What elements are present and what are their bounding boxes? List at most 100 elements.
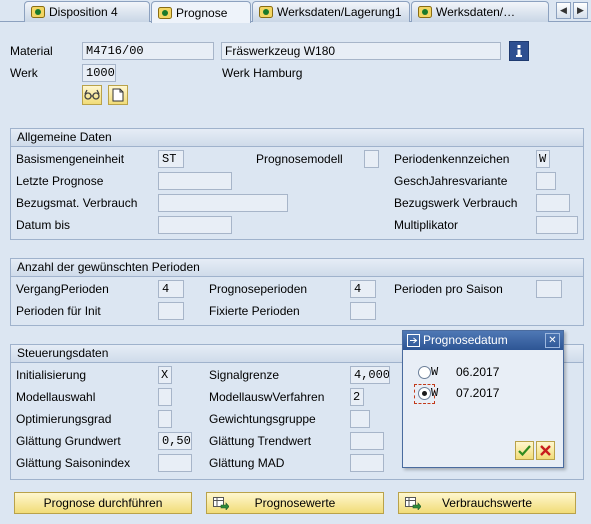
glaettung-trendwert-label: Glättung Trendwert xyxy=(209,434,312,448)
tab-label: Werksdaten/… xyxy=(436,5,516,19)
tab-status-icon xyxy=(31,6,45,18)
signalgrenze-label: Signalgrenze xyxy=(209,368,280,382)
optimierungsgrad-field[interactable] xyxy=(158,410,172,428)
radio-option-2[interactable] xyxy=(418,387,431,400)
material-description-field[interactable]: Fräswerkzeug W180 xyxy=(221,42,501,60)
vergangperioden-label: VergangPerioden xyxy=(16,282,109,296)
group-title: Anzahl der gewünschten Perioden xyxy=(11,259,583,277)
geschjahresvariante-label: GeschJahresvariante xyxy=(394,174,508,188)
werk-description: Werk Hamburg xyxy=(222,66,303,80)
modellauswahl-label: Modellauswahl xyxy=(16,390,96,404)
geschjahresvariante-field[interactable] xyxy=(536,172,556,190)
tab-werksdaten-lagerung1[interactable]: Werksdaten/Lagerung1 xyxy=(252,1,410,22)
tab-label: Prognose xyxy=(176,5,228,20)
bezugswerk-verbrauch-label: Bezugswerk Verbrauch xyxy=(394,196,518,210)
option-code: W xyxy=(431,365,439,379)
letzte-prognose-label: Letzte Prognose xyxy=(16,174,104,188)
glasses-icon xyxy=(84,89,100,100)
fixierte-perioden-field[interactable] xyxy=(350,302,376,320)
tab-prev-button[interactable]: ◀ xyxy=(556,2,571,19)
prognose-durchfuehren-button[interactable]: Prognose durchführen xyxy=(14,492,192,514)
info-button[interactable] xyxy=(509,41,529,61)
datum-bis-field[interactable] xyxy=(158,216,232,234)
werk-label: Werk xyxy=(10,66,38,80)
dialog-titlebar: Prognosedatum ✕ xyxy=(403,331,563,350)
table-arrow-icon xyxy=(405,497,421,510)
tab-bar: Disposition 4 Prognose Werksdaten/Lageru… xyxy=(0,0,591,23)
initialisierung-label: Initialisierung xyxy=(16,368,87,382)
perioden-pro-saison-field[interactable] xyxy=(536,280,562,298)
tab-disposition-4[interactable]: Disposition 4 xyxy=(24,1,150,22)
modellausw-verfahren-field[interactable]: 2 xyxy=(350,388,364,406)
initialisierung-field[interactable]: X xyxy=(158,366,172,384)
letzte-prognose-field[interactable] xyxy=(158,172,232,190)
cancel-x-icon xyxy=(540,445,551,456)
periodenkennzeichen-field[interactable]: W xyxy=(536,150,550,168)
option-date: 06.2017 xyxy=(456,365,500,379)
dialog-close-button[interactable]: ✕ xyxy=(545,333,560,348)
tab-status-icon xyxy=(158,6,172,19)
confirm-button[interactable] xyxy=(515,441,534,460)
info-icon xyxy=(516,45,522,57)
perioden-pro-saison-label: Perioden pro Saison xyxy=(394,282,503,296)
multiplikator-field[interactable] xyxy=(536,216,578,234)
optimierungsgrad-label: Optimierungsgrad xyxy=(16,412,112,426)
werk-field[interactable]: 1000 xyxy=(82,64,116,82)
dialog-title: Prognosedatum xyxy=(423,333,508,347)
bezugswerk-verbrauch-field[interactable] xyxy=(536,194,570,212)
radio-option-1[interactable] xyxy=(418,366,431,379)
datum-bis-label: Datum bis xyxy=(16,218,71,232)
bezugsmat-verbrauch-field[interactable] xyxy=(158,194,288,212)
verbrauchswerte-button[interactable]: Verbrauchswerte xyxy=(398,492,576,514)
modellausw-verfahren-label: ModellauswVerfahren xyxy=(209,390,325,404)
tab-next-button[interactable]: ▶ xyxy=(573,2,588,19)
vergangperioden-field[interactable]: 4 xyxy=(158,280,184,298)
periodenkennzeichen-label: Periodenkennzeichen xyxy=(394,152,510,166)
glaettung-mad-field[interactable] xyxy=(350,454,384,472)
table-arrow-icon xyxy=(213,497,229,510)
prognosemodell-field[interactable] xyxy=(364,150,379,168)
checkmark-icon xyxy=(518,445,531,456)
perioden-fuer-init-field[interactable] xyxy=(158,302,184,320)
glaettung-saisonindex-label: Glättung Saisonindex xyxy=(16,456,131,470)
chevron-left-icon: ◀ xyxy=(560,5,567,15)
material-label: Material xyxy=(10,44,53,58)
glaettung-grundwert-label: Glättung Grundwert xyxy=(16,434,121,448)
gewichtungsgruppe-field[interactable] xyxy=(350,410,370,428)
button-label: Prognosewerte xyxy=(254,496,336,510)
prognosemodell-label: Prognosemodell xyxy=(256,152,343,166)
prognosewerte-button[interactable]: Prognosewerte xyxy=(206,492,384,514)
document-button[interactable] xyxy=(108,85,128,105)
material-field[interactable]: M4716/00 xyxy=(82,42,214,60)
basismengeneinheit-field[interactable]: ST xyxy=(158,150,184,168)
prognoseperioden-field[interactable]: 4 xyxy=(350,280,376,298)
button-label: Verbrauchswerte xyxy=(441,496,533,510)
perioden-fuer-init-label: Perioden für Init xyxy=(16,304,101,318)
glaettung-mad-label: Glättung MAD xyxy=(209,456,285,470)
tab-werksdaten-more[interactable]: Werksdaten/… xyxy=(411,1,549,22)
glaettung-trendwert-field[interactable] xyxy=(350,432,384,450)
tab-status-icon xyxy=(259,6,273,18)
basismengeneinheit-label: Basismengeneinheit xyxy=(16,152,125,166)
glasses-button[interactable] xyxy=(82,85,102,105)
tab-label: Werksdaten/Lagerung1 xyxy=(277,5,402,19)
tab-prognose[interactable]: Prognose xyxy=(151,1,251,23)
modellauswahl-field[interactable] xyxy=(158,388,172,406)
fixierte-perioden-label: Fixierte Perioden xyxy=(209,304,300,318)
prognoseperioden-label: Prognoseperioden xyxy=(209,282,308,296)
radio-selected-dot xyxy=(422,391,427,396)
signalgrenze-field[interactable]: 4,000 xyxy=(350,366,390,384)
group-title: Allgemeine Daten xyxy=(11,129,583,147)
option-date: 07.2017 xyxy=(456,386,500,400)
dialog-window-icon xyxy=(407,334,420,347)
prognosedatum-dialog: Prognosedatum ✕ W 06.2017 W 07.2017 xyxy=(402,330,564,468)
chevron-right-icon: ▶ xyxy=(577,5,584,15)
close-icon: ✕ xyxy=(548,335,557,346)
option-code: W xyxy=(431,386,439,400)
glaettung-saisonindex-field[interactable] xyxy=(158,454,192,472)
bezugsmat-verbrauch-label: Bezugsmat. Verbrauch xyxy=(16,196,138,210)
document-icon xyxy=(112,88,124,102)
cancel-button[interactable] xyxy=(536,441,555,460)
multiplikator-label: Multiplikator xyxy=(394,218,459,232)
glaettung-grundwert-field[interactable]: 0,50 xyxy=(158,432,192,450)
